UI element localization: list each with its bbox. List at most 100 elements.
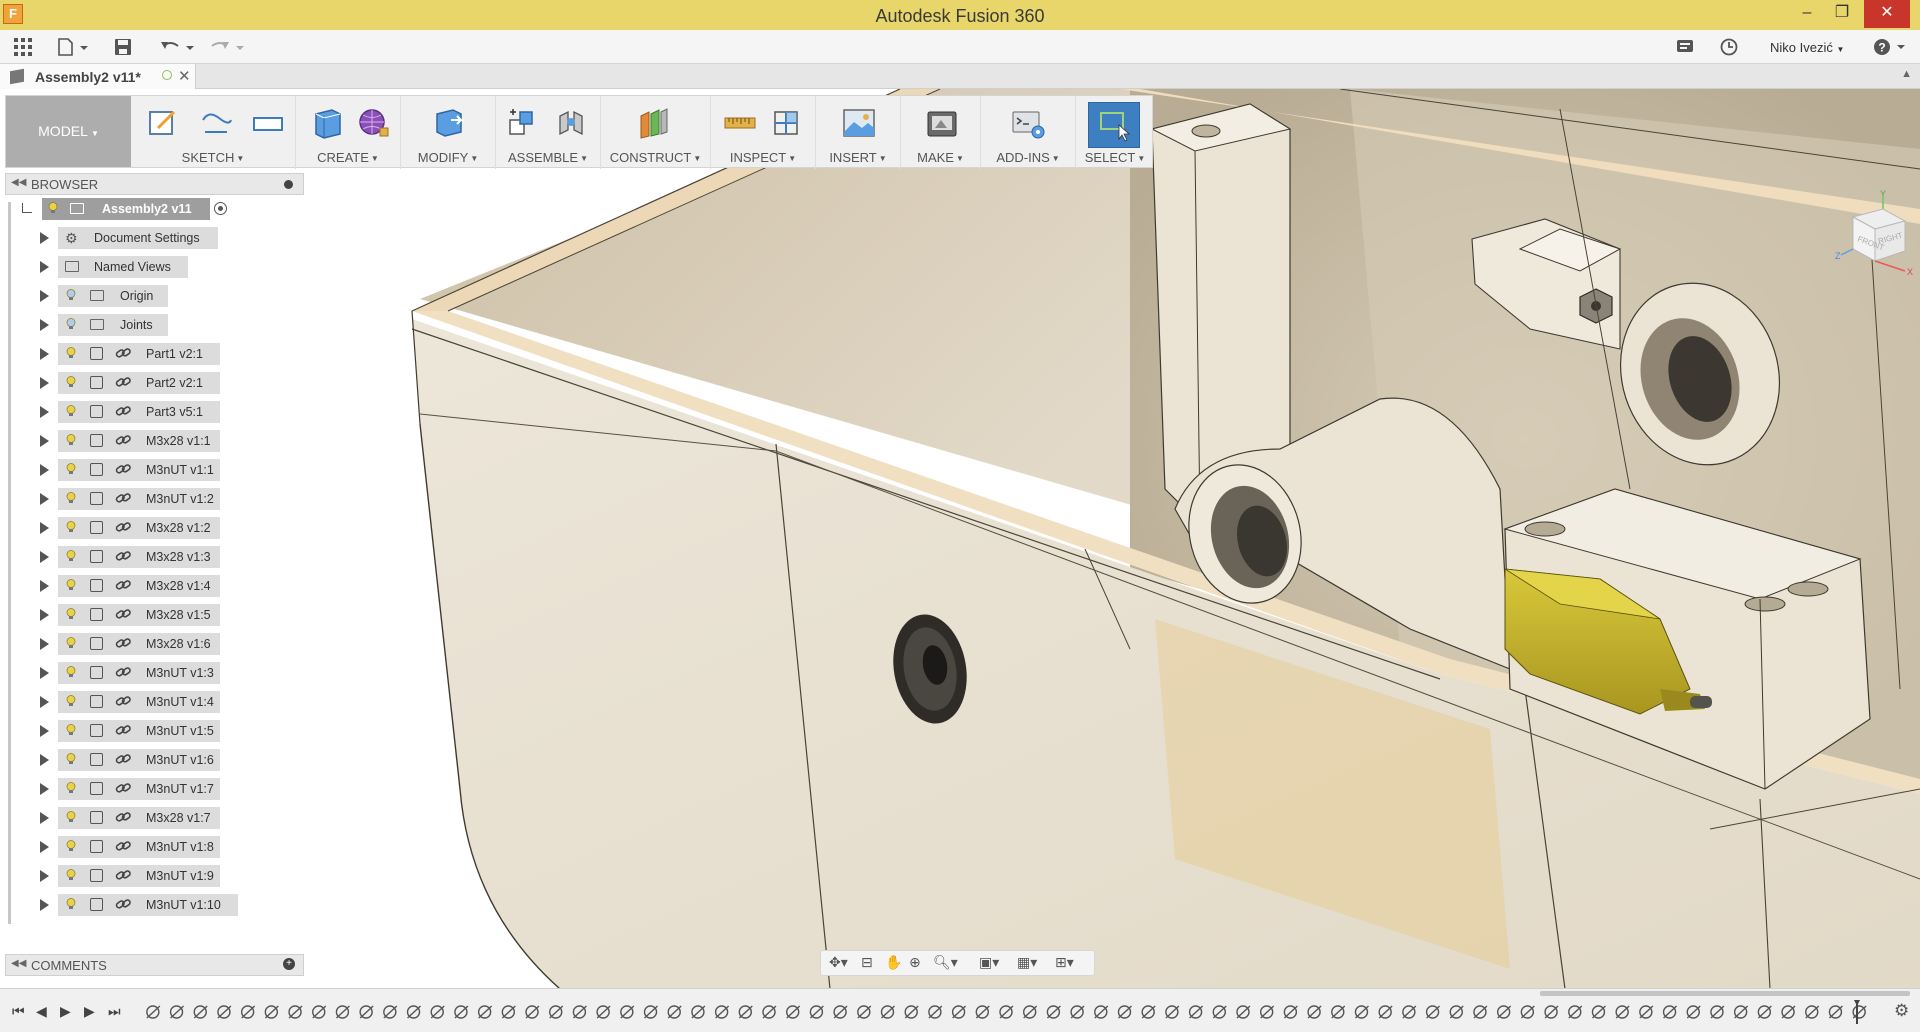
insert-menu[interactable]: INSERT ▼ [816, 150, 900, 165]
visibility-bulb-icon[interactable] [66, 318, 76, 330]
visibility-bulb-icon[interactable] [66, 434, 76, 446]
expand-triangle-icon[interactable] [40, 551, 49, 563]
expand-triangle-icon[interactable] [40, 580, 49, 592]
browser-node[interactable]: Joints [0, 313, 304, 337]
play-icon[interactable]: ▶ [60, 1003, 71, 1020]
make-menu[interactable]: MAKE ▼ [901, 150, 980, 165]
timeline-joint-marker[interactable] [595, 1003, 614, 1021]
browser-node[interactable]: M3x28 v1:4 [0, 574, 304, 598]
zoom-icon[interactable]: ⊕ [909, 954, 921, 971]
timeline-joint-marker[interactable] [1614, 1003, 1633, 1021]
timeline-joint-marker[interactable] [1448, 1003, 1467, 1021]
press-pull-icon[interactable] [431, 106, 465, 140]
visibility-bulb-icon[interactable] [66, 463, 76, 475]
scripts-addins-icon[interactable] [1011, 106, 1045, 140]
timeline-joint-marker[interactable] [1092, 1003, 1111, 1021]
timeline-joint-marker[interactable] [452, 1003, 471, 1021]
expand-triangle-icon[interactable] [40, 464, 49, 476]
browser-node[interactable]: M3nUT v1:9 [0, 864, 304, 888]
browser-node[interactable]: M3nUT v1:3 [0, 661, 304, 685]
timeline-joint-marker[interactable] [1282, 1003, 1301, 1021]
timeline-joint-marker[interactable] [1732, 1003, 1751, 1021]
browser-node[interactable]: M3nUT v1:2 [0, 487, 304, 511]
timeline-joint-marker[interactable] [1187, 1003, 1206, 1021]
sketch-menu[interactable]: SKETCH ▼ [131, 150, 295, 165]
visibility-bulb-icon[interactable] [66, 492, 76, 504]
browser-node[interactable]: M3x28 v1:5 [0, 603, 304, 627]
timeline-joint-marker[interactable] [689, 1003, 708, 1021]
timeline-joint-marker[interactable] [429, 1003, 448, 1021]
visibility-bulb-icon[interactable] [66, 579, 76, 591]
expand-triangle-icon[interactable] [40, 348, 49, 360]
create-sketch-icon[interactable] [146, 106, 180, 140]
visibility-bulb-icon[interactable] [66, 753, 76, 765]
visibility-bulb-icon[interactable] [66, 724, 76, 736]
expand-triangle-icon[interactable] [40, 667, 49, 679]
timeline-joint-marker[interactable] [855, 1003, 874, 1021]
minimize-button[interactable]: – [1790, 0, 1824, 28]
browser-node[interactable]: M3x28 v1:3 [0, 545, 304, 569]
expand-triangle-icon[interactable] [40, 435, 49, 447]
timeline-joint-marker[interactable] [500, 1003, 519, 1021]
browser-node[interactable]: M3x28 v1:1 [0, 429, 304, 453]
add-comment-icon[interactable]: + [283, 958, 295, 970]
timeline-joint-marker[interactable] [1803, 1003, 1822, 1021]
expand-triangle-icon[interactable] [40, 522, 49, 534]
timeline-joint-marker[interactable] [784, 1003, 803, 1021]
visibility-bulb-icon[interactable] [66, 405, 76, 417]
browser-node[interactable]: Part1 v2:1 [0, 342, 304, 366]
browser-node[interactable]: ⚙ Document Settings [0, 226, 304, 250]
close-tab-icon[interactable]: ✕ [178, 67, 191, 85]
timeline-joint-marker[interactable] [1163, 1003, 1182, 1021]
browser-node[interactable]: M3nUT v1:6 [0, 748, 304, 772]
expand-triangle-icon[interactable] [40, 290, 49, 302]
file-icon[interactable] [58, 38, 90, 56]
expand-triangle-icon[interactable] [40, 638, 49, 650]
timeline-joint-marker[interactable] [144, 1003, 163, 1021]
timeline-joint-marker[interactable] [998, 1003, 1016, 1021]
timeline-joint-marker[interactable] [1045, 1003, 1064, 1021]
pin-icon[interactable] [284, 180, 293, 189]
timeline-joint-marker[interactable] [1021, 1003, 1040, 1021]
timeline-joint-marker[interactable] [476, 1003, 495, 1021]
grid-icon[interactable] [14, 38, 32, 56]
addins-group[interactable]: ADD-INS ▼ [981, 96, 1076, 169]
offset-plane-icon[interactable] [637, 106, 671, 140]
timeline-joint-marker[interactable] [832, 1003, 851, 1021]
user-menu[interactable]: Niko Ivezić ▼ [1770, 40, 1844, 55]
timeline-joint-marker[interactable] [1116, 1003, 1135, 1021]
expand-triangle-icon[interactable] [40, 754, 49, 766]
construct-menu[interactable]: CONSTRUCT ▼ [601, 150, 710, 165]
timeline-joint-marker[interactable] [713, 1003, 732, 1021]
expand-triangle-icon[interactable] [40, 725, 49, 737]
timeline-joint-marker[interactable] [1400, 1003, 1419, 1021]
timeline-joint-marker[interactable] [950, 1003, 969, 1021]
inspect-group[interactable]: INSPECT ▼ [711, 96, 816, 169]
browser-node[interactable]: M3x28 v1:7 [0, 806, 304, 830]
timeline-joint-marker[interactable] [903, 1003, 922, 1021]
go-to-end-icon[interactable]: ⏭ [108, 1003, 121, 1020]
timeline-joint-marker[interactable] [310, 1003, 329, 1021]
orbit-icon[interactable]: ✥▾ [829, 954, 848, 971]
visibility-bulb-icon[interactable] [66, 840, 76, 852]
assemble-group[interactable]: ASSEMBLE ▼ [496, 96, 601, 169]
visibility-bulb-icon[interactable] [48, 202, 58, 214]
viewcube[interactable]: FRONT RIGHT Z X Y [1805, 189, 1915, 289]
timeline-joint-marker[interactable] [1377, 1003, 1396, 1021]
pan-icon[interactable]: ✋ [885, 954, 902, 971]
browser-node[interactable]: M3nUT v1:5 [0, 719, 304, 743]
insert-group[interactable]: INSERT ▼ [816, 96, 901, 169]
expand-triangle-icon[interactable] [40, 493, 49, 505]
timeline-joint-marker[interactable] [1543, 1003, 1562, 1021]
visibility-bulb-icon[interactable] [66, 811, 76, 823]
browser-node[interactable]: M3nUT v1:8 [0, 835, 304, 859]
redo-icon[interactable] [210, 38, 246, 56]
step-back-icon[interactable]: ◀ [36, 1003, 47, 1020]
browser-root-node[interactable]: Assembly2 v11 [0, 197, 304, 221]
timeline-joint-marker[interactable] [358, 1003, 377, 1021]
close-button[interactable]: ✕ [1864, 0, 1910, 28]
sketch-line-icon[interactable] [199, 106, 233, 140]
sketch-rectangle-icon[interactable] [251, 106, 285, 140]
browser-node[interactable]: Named Views [0, 255, 304, 279]
browser-node[interactable]: Origin [0, 284, 304, 308]
